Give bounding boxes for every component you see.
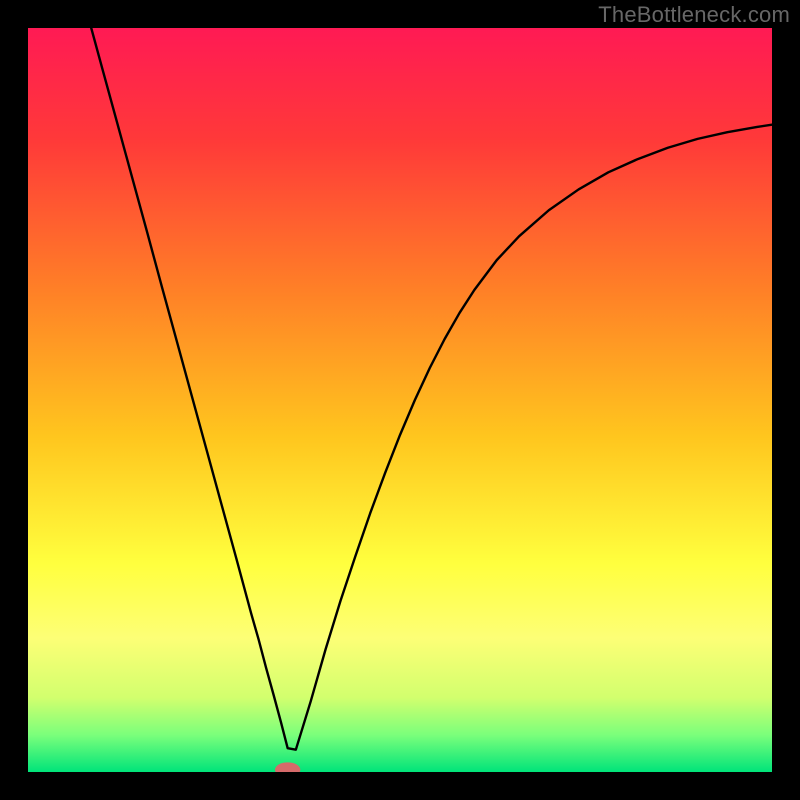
plot-area — [28, 28, 772, 772]
chart-container: TheBottleneck.com — [0, 0, 800, 800]
chart-svg — [28, 28, 772, 772]
gradient-background — [28, 28, 772, 772]
watermark-text: TheBottleneck.com — [598, 2, 790, 28]
